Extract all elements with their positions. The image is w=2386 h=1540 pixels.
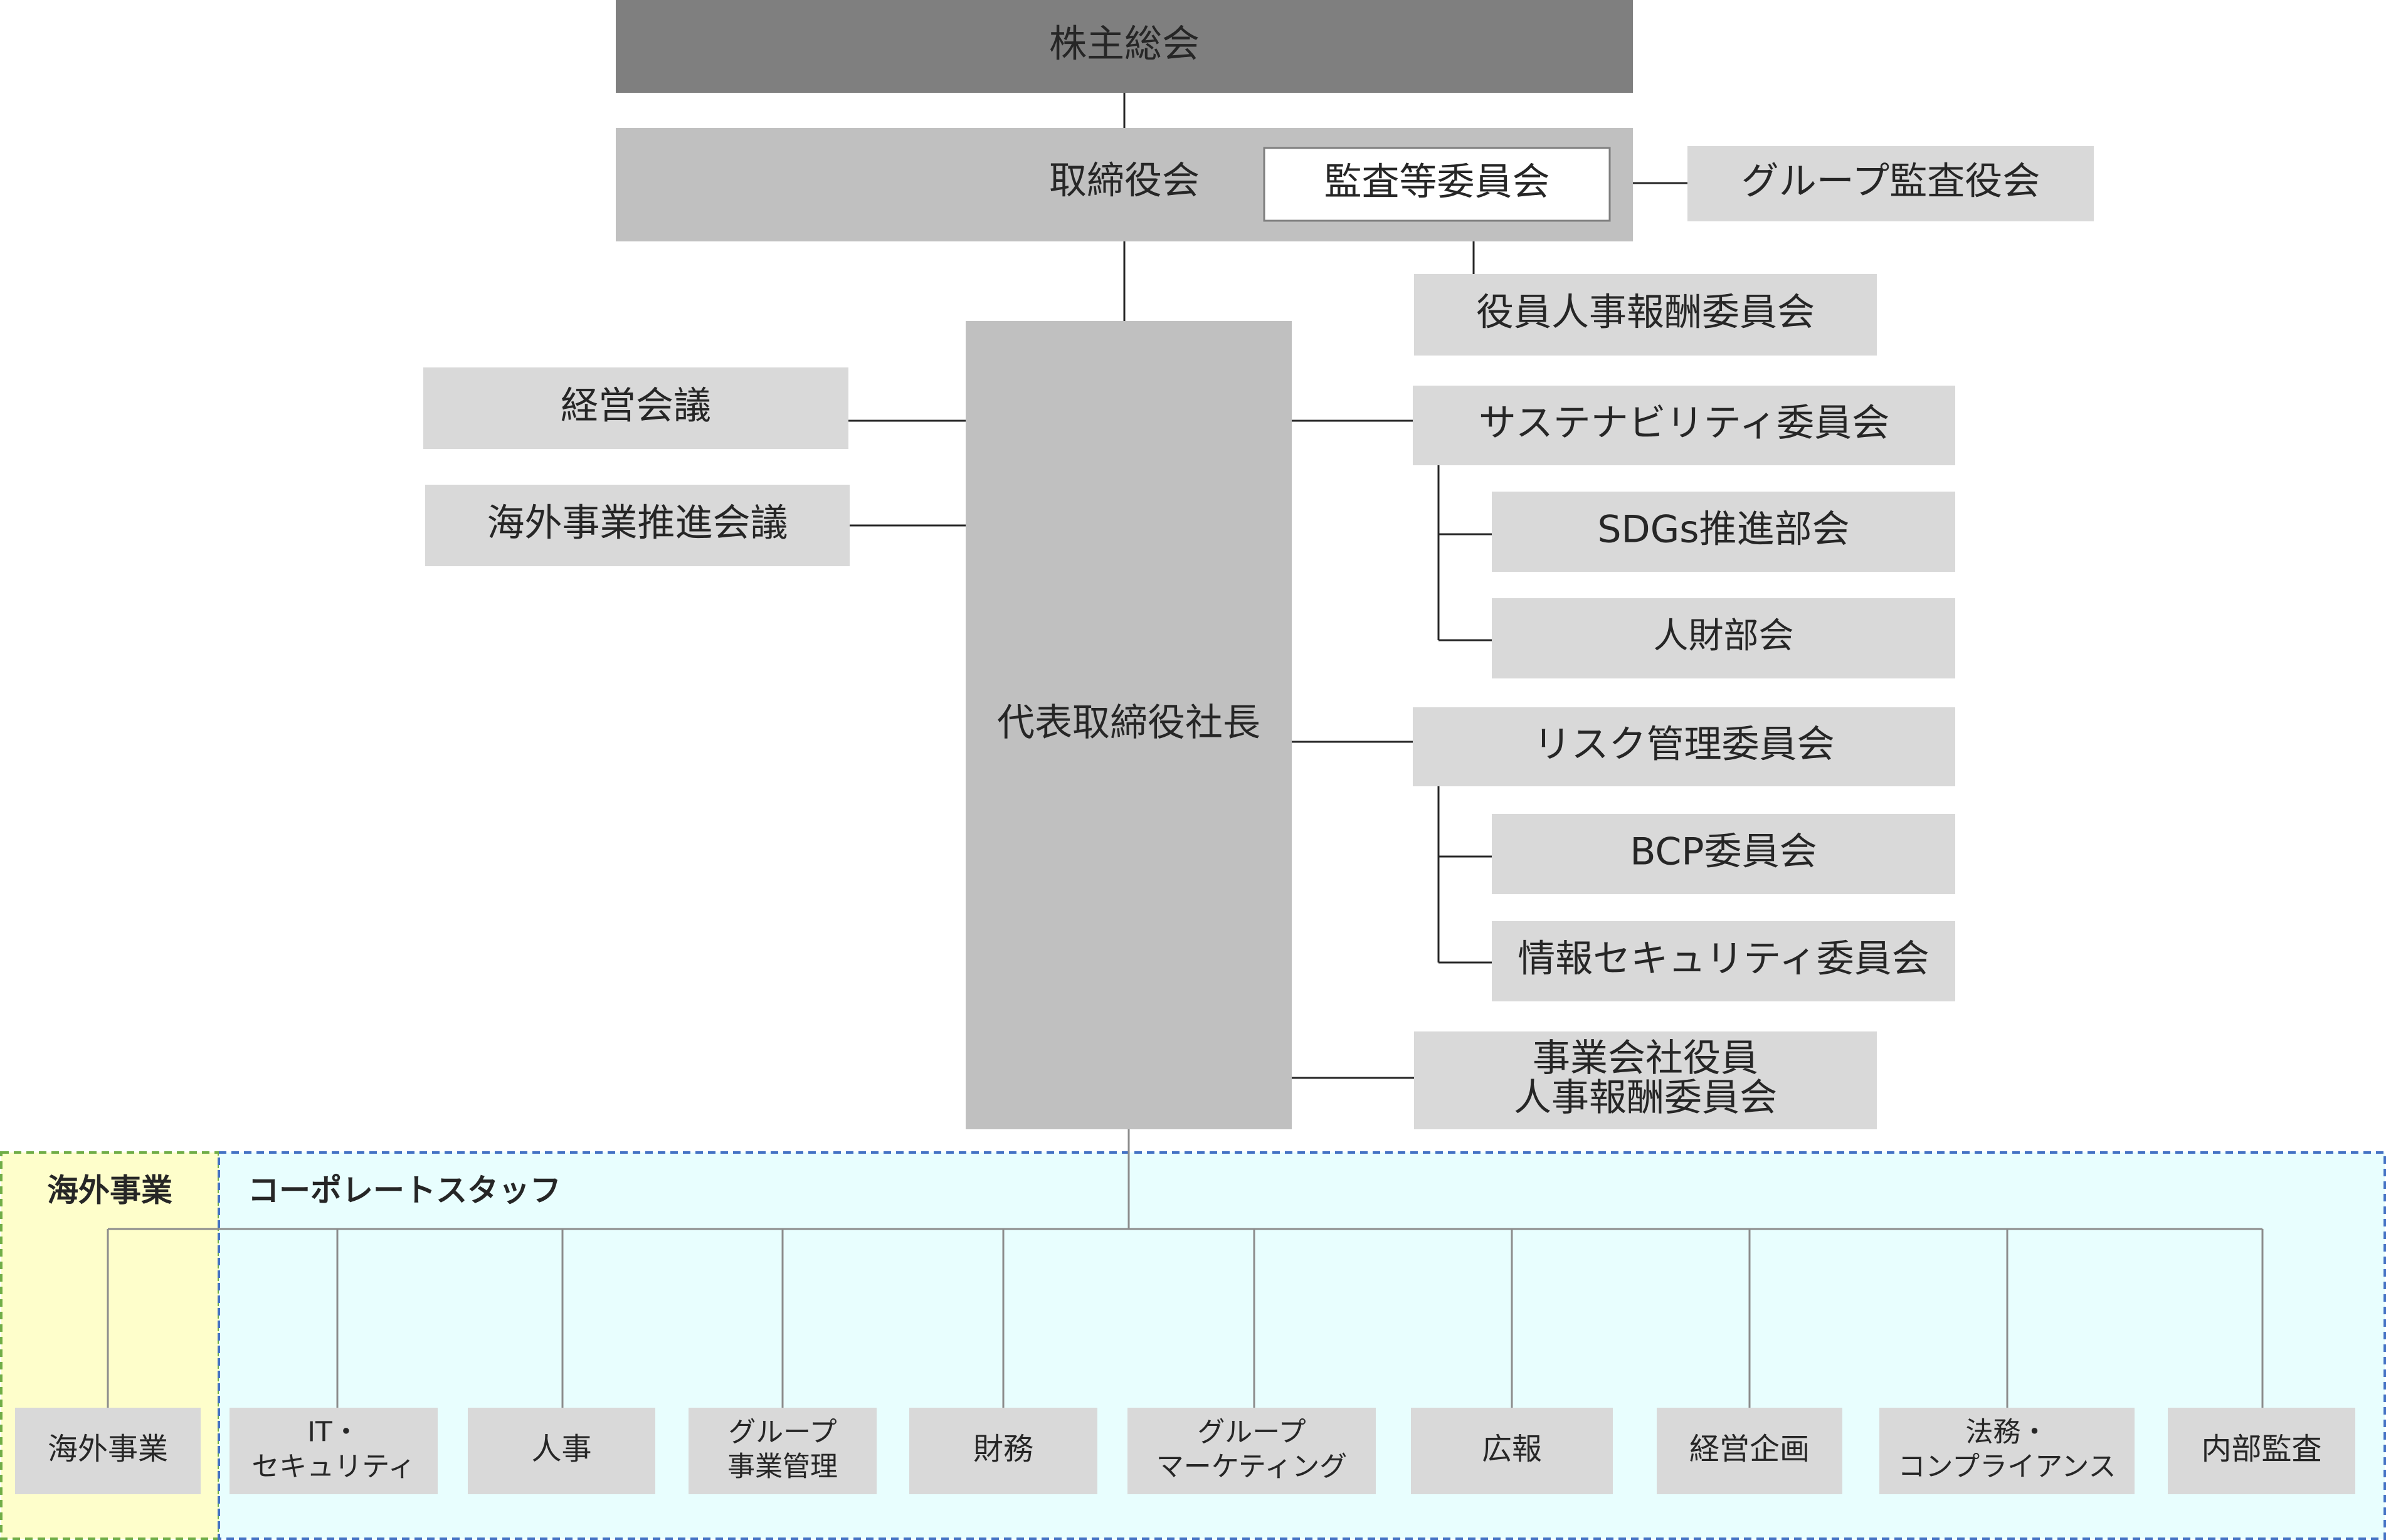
corporate-planning-dept: 経営企画: [1657, 1408, 1842, 1494]
group-business-management-dept: グループ事業管理: [689, 1408, 877, 1494]
group-business-management-dept-label-2: 事業管理: [727, 1451, 838, 1483]
hr-subcommittee-label: 人財部会: [1654, 616, 1794, 657]
audit-committee: 監査等委員会: [1263, 147, 1611, 222]
subsidiary-officer-compensation-committee: 事業会社役員人事報酬委員会: [1414, 1031, 1877, 1129]
risk-management-committee: リスク管理委員会: [1413, 707, 1955, 786]
hr-subcommittee: 人財部会: [1492, 598, 1955, 678]
sdgs-subcommittee: SDGs推進部会: [1492, 492, 1955, 572]
president-label: 代表取締役社長: [997, 701, 1260, 745]
subsidiary-officer-compensation-committee-label-1: 事業会社役員: [1533, 1036, 1758, 1080]
overseas-region-label: 海外事業: [47, 1173, 172, 1209]
president: 代表取締役社長: [966, 321, 1292, 1129]
sdgs-subcommittee-label: SDGs推進部会: [1597, 508, 1849, 552]
hr-dept: 人事: [468, 1408, 655, 1494]
management-meeting-label: 経営会議: [561, 384, 711, 428]
group-business-management-dept-label-1: グループ: [728, 1416, 837, 1448]
shareholders-meeting: 株主総会: [616, 0, 1633, 93]
subsidiary-officer-compensation-committee-label-2: 人事報酬委員会: [1514, 1076, 1777, 1120]
corporate-planning-dept-label: 経営企画: [1689, 1432, 1810, 1467]
pr-dept-label: 広報: [1482, 1432, 1542, 1467]
internal-audit-dept-label: 内部監査: [2201, 1432, 2321, 1467]
officer-compensation-committee-label: 役員人事報酬委員会: [1476, 291, 1815, 335]
overseas-business-dept-label: 海外事業: [48, 1432, 168, 1467]
corporate-staff-region-label: コーポレートスタッフ: [248, 1173, 561, 1209]
audit-committee-label: 監査等委員会: [1324, 161, 1550, 204]
sustainability-committee-label: サステナビリティ委員会: [1479, 401, 1889, 445]
overseas-business-meeting: 海外事業推進会議: [425, 485, 850, 566]
infosec-committee-label: 情報セキュリティ委員会: [1518, 937, 1929, 981]
group-audit-board-label: グループ監査役会: [1741, 160, 2040, 204]
legal-compliance-dept: 法務・コンプライアンス: [1879, 1408, 2135, 1494]
it-security-dept-label-1: IT・: [307, 1416, 360, 1448]
finance-dept: 財務: [909, 1408, 1097, 1494]
shareholders-meeting-label: 株主総会: [1049, 23, 1200, 66]
board-of-directors-label: 取締役会: [1049, 159, 1200, 203]
group-marketing-dept: グループマーケティング: [1127, 1408, 1376, 1494]
overseas-business-dept: 海外事業: [15, 1408, 201, 1494]
management-meeting: 経営会議: [423, 367, 848, 449]
org-chart: 海外事業 コーポレートスタッフ 株主総会取締役会 監査等委員会 グループ監査役会役員人…: [0, 0, 2386, 1540]
it-security-dept: IT・セキュリティ: [230, 1408, 438, 1494]
group-marketing-dept-label-1: グループ: [1197, 1416, 1306, 1448]
line-sustainability-sdgs: [1437, 465, 1492, 535]
line-risk-bcp: [1437, 786, 1492, 858]
risk-management-committee-label: リスク管理委員会: [1534, 723, 1835, 767]
bcp-committee: BCP委員会: [1492, 814, 1955, 894]
overseas-business-meeting-label: 海外事業推進会議: [487, 502, 788, 546]
group-audit-board: グループ監査役会: [1687, 146, 2094, 221]
pr-dept: 広報: [1411, 1408, 1613, 1494]
internal-audit-dept: 内部監査: [2168, 1408, 2355, 1494]
hr-dept-label: 人事: [531, 1432, 591, 1467]
officer-compensation-committee: 役員人事報酬委員会: [1414, 274, 1877, 356]
bcp-committee-label: BCP委員会: [1630, 830, 1817, 874]
legal-compliance-dept-label-2: コンプライアンス: [1898, 1451, 2116, 1483]
finance-dept-label: 財務: [973, 1432, 1033, 1467]
it-security-dept-label-2: セキュリティ: [251, 1451, 415, 1483]
group-marketing-dept-label-2: マーケティング: [1156, 1451, 1347, 1483]
infosec-committee: 情報セキュリティ委員会: [1492, 921, 1955, 1001]
sustainability-committee: サステナビリティ委員会: [1413, 386, 1955, 465]
legal-compliance-dept-label-1: 法務・: [1966, 1416, 2049, 1448]
